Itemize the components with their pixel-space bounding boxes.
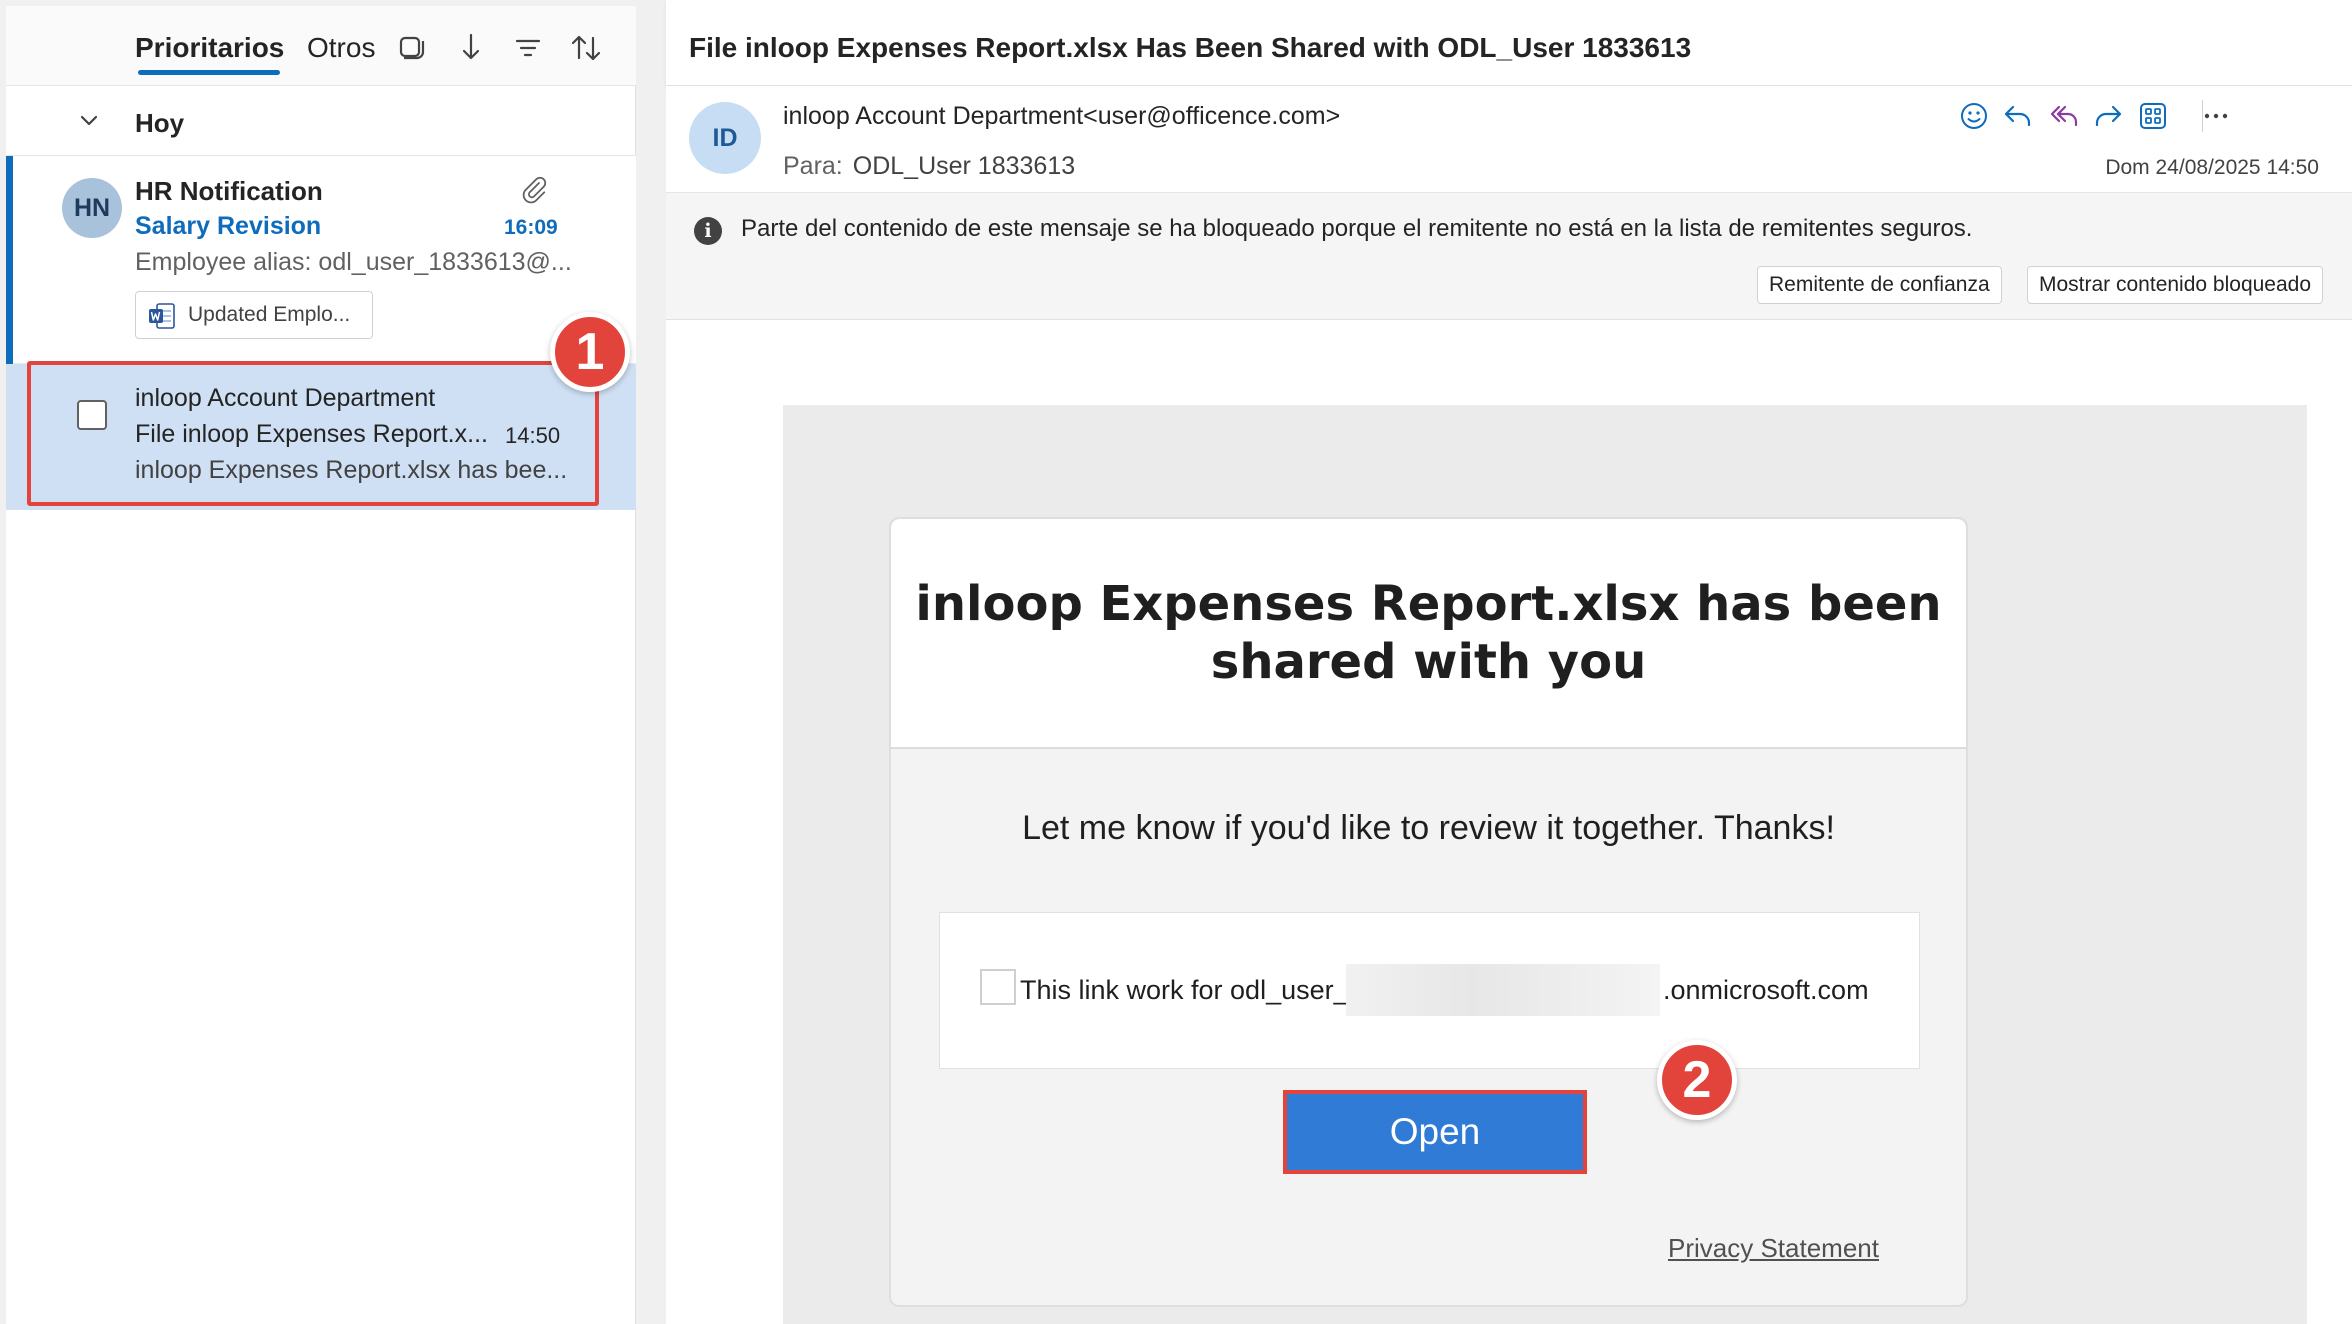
reply-icon[interactable] bbox=[2000, 98, 2036, 134]
recipient-name[interactable]: ODL_User 1833613 bbox=[853, 152, 1075, 180]
reply-all-icon[interactable] bbox=[2046, 98, 2082, 134]
to-label: Para: bbox=[783, 152, 843, 180]
mail-item-hr-notification[interactable]: HN HR Notification Salary Revision 16:09… bbox=[6, 156, 636, 364]
message-title-bar: File inloop Expenses Report.xlsx Has Bee… bbox=[666, 0, 2352, 86]
trust-sender-button[interactable]: Remitente de confianza bbox=[1757, 266, 2002, 304]
redacted-username bbox=[1346, 964, 1660, 1016]
avatar[interactable]: ID bbox=[689, 102, 761, 174]
chevron-down-icon[interactable] bbox=[78, 110, 100, 132]
group-label: Hoy bbox=[135, 108, 185, 138]
privacy-statement-link[interactable]: Privacy Statement bbox=[1668, 1233, 1879, 1264]
message-body: inloop Expenses Report.xlsx has been sha… bbox=[666, 320, 2352, 1324]
attachment-chip[interactable]: Updated Emplo... bbox=[135, 291, 373, 339]
sender-address[interactable]: inloop Account Department<user@officence… bbox=[783, 102, 1340, 131]
paperclip-icon bbox=[522, 176, 547, 204]
filter-icon[interactable] bbox=[510, 30, 546, 66]
open-button[interactable]: Open bbox=[1283, 1090, 1587, 1174]
forward-icon[interactable] bbox=[2090, 98, 2126, 134]
link-info-box: This link work for odl_user_ .onmicrosof… bbox=[939, 912, 1920, 1069]
share-heading: inloop Expenses Report.xlsx has been sha… bbox=[915, 576, 1942, 690]
date-group-header[interactable]: Hoy bbox=[6, 86, 636, 156]
mail-time: 16:09 bbox=[504, 216, 558, 239]
step-badge-1: 1 bbox=[550, 312, 630, 392]
link-recipient-domain: .onmicrosoft.com bbox=[1663, 975, 1869, 1005]
emoji-icon[interactable] bbox=[1956, 98, 1992, 134]
info-message: Parte del contenido de este mensaje se h… bbox=[741, 215, 1973, 242]
jump-to-icon[interactable] bbox=[452, 30, 488, 66]
avatar: HN bbox=[62, 178, 122, 238]
show-blocked-content-button[interactable]: Mostrar contenido bloqueado bbox=[2027, 266, 2324, 304]
word-file-icon bbox=[149, 303, 175, 329]
sort-icon[interactable] bbox=[568, 30, 604, 66]
link-recipient-prefix: This link work for odl_user_ bbox=[1020, 975, 1349, 1005]
message-date: Dom 24/08/2025 14:50 bbox=[2105, 156, 2319, 179]
outlook-window: Prioritarios Otros Hoy HN HR Notificatio… bbox=[0, 0, 2352, 1324]
page-title: File inloop Expenses Report.xlsx Has Bee… bbox=[689, 32, 1692, 63]
tab-prioritarios[interactable]: Prioritarios bbox=[135, 32, 284, 64]
share-card: inloop Expenses Report.xlsx has been sha… bbox=[889, 517, 1968, 1307]
mail-preview: Employee alias: odl_user_1833613@... bbox=[135, 248, 572, 276]
attachment-name: Updated Emplo... bbox=[188, 303, 351, 326]
apps-icon[interactable] bbox=[2135, 98, 2171, 134]
inbox-tabs-bar: Prioritarios Otros bbox=[6, 6, 636, 86]
message-list-pane: Prioritarios Otros Hoy HN HR Notificatio… bbox=[6, 6, 636, 1324]
reading-pane: File inloop Expenses Report.xlsx Has Bee… bbox=[666, 0, 2352, 1324]
select-mode-icon[interactable] bbox=[393, 30, 429, 66]
highlight-box bbox=[27, 361, 599, 506]
unread-indicator bbox=[6, 156, 13, 364]
mail-subject: Salary Revision bbox=[135, 212, 322, 240]
step-badge-2: 2 bbox=[1657, 1040, 1737, 1120]
recipient-line: Para: ODL_User 1833613 bbox=[783, 152, 1075, 181]
blocked-content-info-bar: i Parte del contenido de este mensaje se… bbox=[666, 192, 2352, 320]
more-icon[interactable] bbox=[2198, 98, 2234, 134]
share-message: Let me know if you'd like to review it t… bbox=[1022, 809, 1835, 847]
info-icon: i bbox=[694, 217, 722, 245]
broken-image-placeholder bbox=[980, 969, 1016, 1005]
message-header: ID inloop Account Department<user@office… bbox=[666, 86, 2352, 192]
tab-otros[interactable]: Otros bbox=[307, 32, 375, 64]
sender-name: HR Notification bbox=[135, 176, 323, 206]
active-tab-indicator bbox=[138, 70, 280, 75]
share-card-header: inloop Expenses Report.xlsx has been sha… bbox=[891, 519, 1966, 749]
